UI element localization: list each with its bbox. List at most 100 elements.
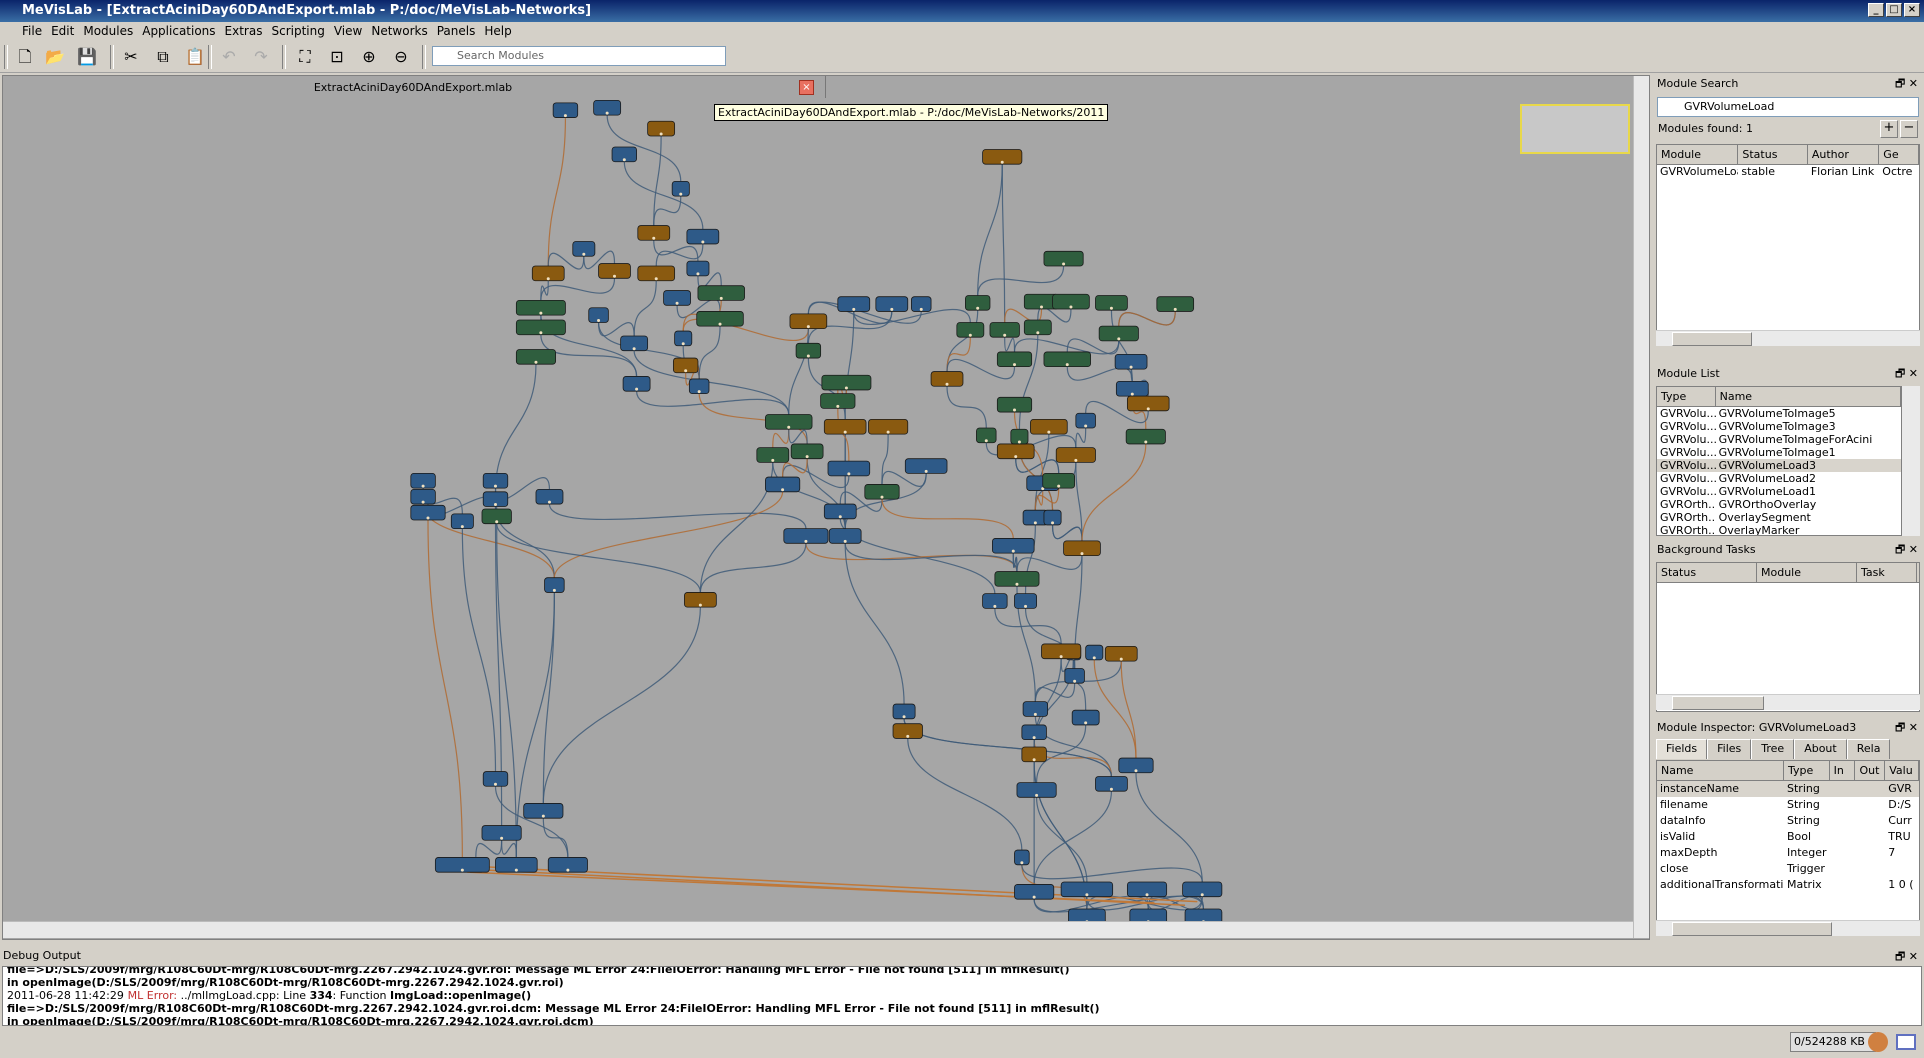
column-value[interactable]: Valu bbox=[1885, 761, 1919, 780]
connection[interactable] bbox=[633, 280, 657, 336]
connector-dot[interactable] bbox=[563, 114, 567, 118]
connector-dot[interactable] bbox=[1039, 305, 1043, 309]
close-tab-icon[interactable]: × bbox=[799, 80, 814, 95]
list-item[interactable]: GVROrth... OverlaySegment bbox=[1657, 511, 1901, 524]
connector-dot[interactable] bbox=[632, 347, 636, 351]
connector-dot[interactable] bbox=[852, 307, 856, 311]
table-row[interactable]: GVRVolumeLoadstable Florian Link Octre bbox=[1657, 165, 1919, 178]
connector-dot[interactable] bbox=[781, 488, 785, 492]
connector-dot[interactable] bbox=[1003, 333, 1007, 337]
connector-dot[interactable] bbox=[697, 390, 701, 394]
connector-dot[interactable] bbox=[698, 603, 702, 607]
fit-view-icon[interactable]: ⛶ bbox=[294, 46, 316, 68]
connection[interactable] bbox=[844, 473, 927, 529]
connector-dot[interactable] bbox=[652, 236, 656, 240]
menu-panels[interactable]: Panels bbox=[437, 24, 476, 38]
menu-file[interactable]: File bbox=[22, 24, 42, 38]
save-icon[interactable]: 💾 bbox=[76, 46, 98, 68]
float-close-icon[interactable]: 🗗 ✕ bbox=[1895, 948, 1918, 967]
column-task[interactable]: Task bbox=[1857, 563, 1917, 582]
connection[interactable] bbox=[853, 308, 971, 325]
connector-dot[interactable] bbox=[675, 301, 679, 305]
panel-layout-icon[interactable] bbox=[1896, 1034, 1916, 1050]
connector-dot[interactable] bbox=[701, 240, 705, 244]
connection[interactable] bbox=[788, 429, 808, 444]
connector-dot[interactable] bbox=[1051, 521, 1055, 525]
float-close-icon[interactable]: 🗗 ✕ bbox=[1895, 718, 1918, 738]
connector-dot[interactable] bbox=[945, 382, 949, 386]
undo-icon[interactable]: ↶ bbox=[218, 46, 240, 68]
connector-dot[interactable] bbox=[1069, 305, 1073, 309]
connector-dot[interactable] bbox=[1073, 679, 1077, 683]
copy-icon[interactable]: ⧉ bbox=[152, 46, 174, 68]
column-in[interactable]: In bbox=[1830, 761, 1856, 780]
connection[interactable] bbox=[501, 840, 517, 858]
connector-dot[interactable] bbox=[1119, 657, 1123, 661]
connection[interactable] bbox=[427, 520, 463, 858]
list-item[interactable]: GVRVolu... GVRVolumeLoad1 bbox=[1657, 485, 1901, 498]
connection[interactable] bbox=[805, 543, 1018, 572]
connector-dot[interactable] bbox=[679, 192, 683, 196]
horizontal-scrollbar[interactable] bbox=[1656, 330, 1920, 346]
connector-dot[interactable] bbox=[1062, 262, 1066, 266]
zoom-in-icon[interactable]: ⊕ bbox=[358, 46, 380, 68]
stop-icon[interactable] bbox=[1868, 1032, 1888, 1052]
connector-dot[interactable] bbox=[1024, 604, 1028, 608]
connector-dot[interactable] bbox=[1074, 458, 1078, 462]
connection[interactable] bbox=[1034, 683, 1076, 702]
network-editor[interactable]: ExtractAciniDay60DAndExport.mlab × Extra… bbox=[2, 75, 1650, 940]
connector-dot[interactable] bbox=[1129, 365, 1133, 369]
debug-log[interactable]: file=>D:/SLS/2009f/mrg/R108C60Dt-mrg/R10… bbox=[2, 966, 1922, 1026]
connector-dot[interactable] bbox=[976, 306, 980, 310]
open-folder-icon[interactable]: 📂 bbox=[44, 46, 66, 68]
connector-dot[interactable] bbox=[719, 296, 723, 300]
menu-edit[interactable]: Edit bbox=[51, 24, 74, 38]
add-button[interactable]: + bbox=[1880, 120, 1898, 138]
column-module[interactable]: Module bbox=[1657, 145, 1739, 164]
connector-dot[interactable] bbox=[1117, 337, 1121, 341]
connector-dot[interactable] bbox=[1013, 408, 1017, 412]
connector-dot[interactable] bbox=[1084, 424, 1088, 428]
connector-dot[interactable] bbox=[1092, 656, 1096, 660]
column-module[interactable]: Module bbox=[1757, 563, 1857, 582]
connector-dot[interactable] bbox=[1032, 895, 1036, 899]
list-item[interactable]: GVRVolu... GVRVolumeLoad3 bbox=[1657, 459, 1901, 472]
tab-about[interactable]: About bbox=[1794, 739, 1847, 759]
connector-dot[interactable] bbox=[552, 588, 556, 592]
connector-dot[interactable] bbox=[1084, 721, 1088, 725]
field-row[interactable]: isValid Bool TRU bbox=[1657, 829, 1919, 845]
connector-dot[interactable] bbox=[1020, 861, 1024, 865]
tab-tree[interactable]: Tree bbox=[1751, 739, 1795, 759]
connector-dot[interactable] bbox=[1085, 893, 1089, 897]
connection[interactable] bbox=[1021, 864, 1203, 883]
connector-dot[interactable] bbox=[771, 458, 775, 462]
network-canvas[interactable] bbox=[3, 76, 1649, 939]
paste-icon[interactable]: 📋 bbox=[184, 46, 206, 68]
column-out[interactable]: Out bbox=[1855, 761, 1886, 780]
connector-dot[interactable] bbox=[919, 307, 923, 311]
connector-dot[interactable] bbox=[696, 272, 700, 276]
connection[interactable] bbox=[1075, 462, 1083, 541]
connection[interactable] bbox=[1001, 164, 1006, 323]
connector-dot[interactable] bbox=[843, 539, 847, 543]
menu-applications[interactable]: Applications bbox=[142, 24, 215, 38]
connector-dot[interactable] bbox=[805, 455, 809, 459]
network-tab-title[interactable]: ExtractAciniDay60DAndExport.mlab bbox=[3, 80, 823, 96]
connector-dot[interactable] bbox=[1014, 455, 1018, 459]
close-button[interactable]: × bbox=[1904, 3, 1920, 17]
connector-dot[interactable] bbox=[684, 369, 688, 373]
connection[interactable] bbox=[548, 503, 807, 529]
connection[interactable] bbox=[1034, 716, 1113, 777]
field-row[interactable]: close Trigger bbox=[1657, 861, 1919, 877]
connector-dot[interactable] bbox=[1065, 363, 1069, 367]
connector-dot[interactable] bbox=[541, 814, 545, 818]
connector-dot[interactable] bbox=[566, 868, 570, 872]
connector-dot[interactable] bbox=[924, 469, 928, 473]
connection[interactable] bbox=[461, 528, 497, 772]
connector-dot[interactable] bbox=[806, 354, 810, 358]
connector-dot[interactable] bbox=[993, 604, 997, 608]
connector-dot[interactable] bbox=[426, 516, 430, 520]
connector-dot[interactable] bbox=[1032, 758, 1036, 762]
field-row[interactable]: instanceName String GVR bbox=[1657, 781, 1919, 797]
connector-dot[interactable] bbox=[493, 484, 497, 488]
